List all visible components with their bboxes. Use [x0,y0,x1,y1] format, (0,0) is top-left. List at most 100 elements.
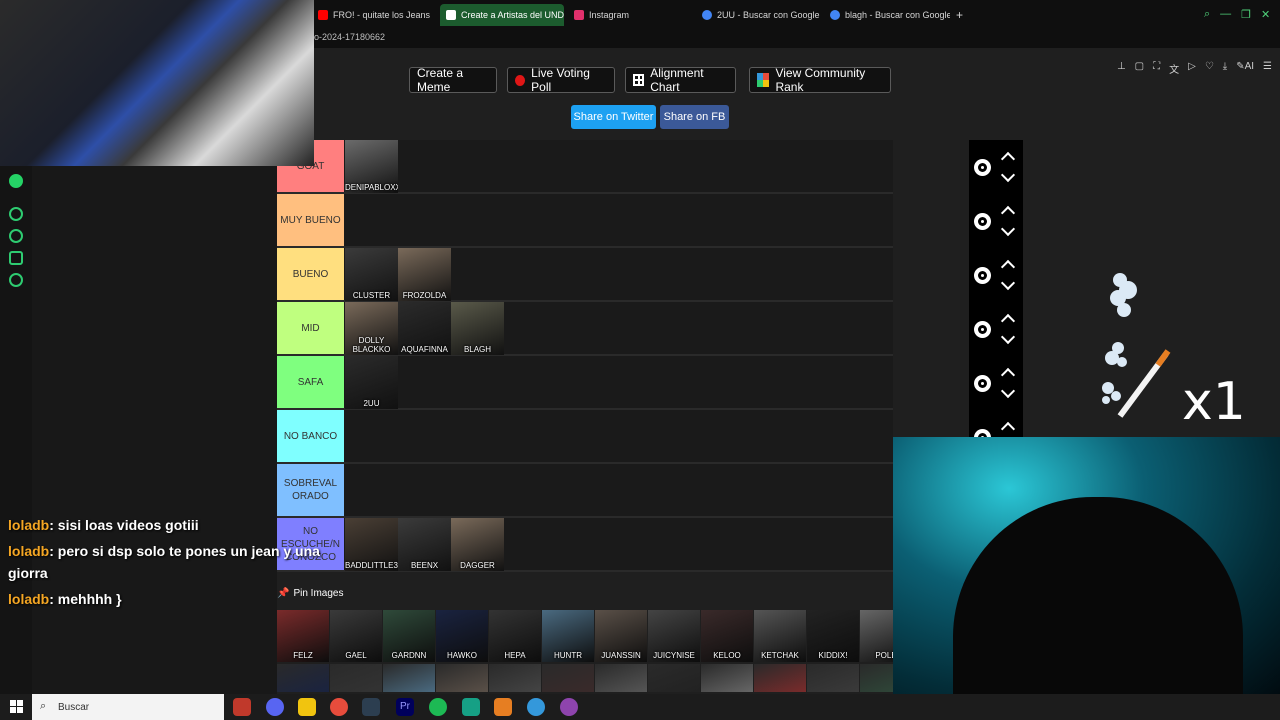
pin-image[interactable]: GARDNN [383,610,435,662]
spotify-icon[interactable] [429,698,447,716]
live-voting-poll-button[interactable]: Live Voting Poll [507,66,615,94]
youtube-icon[interactable] [330,698,348,716]
pin-image[interactable]: HAWKO [436,610,488,662]
pin-image[interactable]: GAEL [330,610,382,662]
tier-row-controls [969,248,1023,302]
chat-app-icon[interactable] [560,698,578,716]
pin-image[interactable] [542,664,594,692]
steam-icon[interactable] [362,698,380,716]
gear-icon[interactable] [974,375,991,392]
pin-icon[interactable]: ⊥ [1117,61,1126,76]
pin-image[interactable]: FELZ [277,610,329,662]
tier-item[interactable]: DENIPABLOXX [345,140,398,193]
discord-icon[interactable] [266,698,284,716]
tier-item[interactable]: BEENX [398,518,451,571]
tier-item[interactable]: DOLLY BLACKKO [345,302,398,355]
pin-image[interactable]: HUNTR [542,610,594,662]
ai-icon[interactable]: ✎AI [1236,61,1254,76]
chevron-up-icon[interactable] [1000,367,1016,383]
play-icon[interactable] [9,207,23,221]
tier-label[interactable]: SAFA [277,356,344,408]
heart-icon[interactable]: ♡ [1205,61,1214,76]
alignment-chart-button[interactable]: Alignment Chart [625,66,736,94]
pin-image[interactable] [330,664,382,692]
tier-item[interactable]: 2UU [345,356,398,409]
puzzle-icon[interactable] [9,251,23,265]
chevron-down-icon[interactable] [1000,329,1016,345]
pin-image[interactable]: KIDDIX! [807,610,859,662]
pin-image[interactable] [489,664,541,692]
premiere-icon[interactable]: Pr [396,698,414,716]
pin-image[interactable]: JUICYNISE [648,610,700,662]
minimize-icon[interactable]: — [1220,8,1231,21]
close-icon[interactable]: ✕ [1261,8,1270,21]
tier-label[interactable]: MUY BUENO [277,194,344,246]
clock-icon[interactable] [9,229,23,243]
pin-image[interactable] [754,664,806,692]
search-icon[interactable]: ⌕ [1204,8,1210,21]
translate-icon[interactable]: 文 [1169,61,1179,76]
chevron-up-icon[interactable] [1000,151,1016,167]
share-twitter-button[interactable]: Share on Twitter [571,105,656,129]
url-text[interactable]: o-2024-17180662 [314,32,385,42]
gear-icon[interactable] [9,273,23,287]
screenshot-icon[interactable]: ⛶ [1153,61,1160,76]
chevron-down-icon[interactable] [1000,275,1016,291]
tab-youtube[interactable]: FRO! - quitate los Jeans (Y [312,4,432,26]
maximize-icon[interactable]: ❐ [1241,8,1251,21]
gear-icon[interactable] [974,159,991,176]
tier-item[interactable]: BADDLITTLE333K [345,518,398,571]
tier-item[interactable]: DAGGER [451,518,504,571]
windows-start-icon[interactable] [10,700,23,713]
pin-image[interactable]: JUANSSIN [595,610,647,662]
chevron-up-icon[interactable] [1000,313,1016,329]
create-meme-button[interactable]: Create a Meme [409,66,497,94]
pin-image[interactable] [383,664,435,692]
pin-image[interactable]: HEPA [489,610,541,662]
gear-icon[interactable] [974,321,991,338]
taskbar-search[interactable]: ⌕ Buscar [32,694,224,720]
gear-icon[interactable] [974,267,991,284]
pin-image[interactable] [648,664,700,692]
pin-image[interactable]: KELOO [701,610,753,662]
play-icon[interactable]: ▷ [1188,61,1196,76]
tier-label[interactable]: SOBREVAL ORADO [277,464,344,516]
share-fb-button[interactable]: Share on FB [660,105,729,129]
app-icon[interactable] [462,698,480,716]
chevron-down-icon[interactable] [1000,383,1016,399]
gear-icon[interactable] [974,213,991,230]
tier-item[interactable]: BLAGH [451,302,504,355]
tab-tiermaker[interactable]: Create a Artistas del UND [440,4,564,26]
app-icon[interactable] [233,698,251,716]
menu-icon[interactable]: ☰ [1263,61,1272,76]
tier-item[interactable]: CLUSTER [345,248,398,301]
tier-label[interactable]: BUENO [277,248,344,300]
pin-image[interactable]: KETCHAK [754,610,806,662]
tab-google-blagh[interactable]: blagh - Buscar con Google [824,4,950,26]
chevron-up-icon[interactable] [1000,205,1016,221]
new-tab-button[interactable]: + [950,4,966,26]
browser-icon[interactable] [494,698,512,716]
tier-item[interactable]: AQUAFINNA [398,302,451,355]
pin-image[interactable] [595,664,647,692]
windows-taskbar: ⌕ Buscar Pr [0,694,1280,720]
chevron-up-icon[interactable] [1000,421,1016,437]
tier-label[interactable]: MID [277,302,344,354]
pin-image[interactable] [436,664,488,692]
app-icon[interactable] [527,698,545,716]
download-icon[interactable]: ⤓ [1223,61,1227,76]
view-community-rank-button[interactable]: View Community Rank [749,66,891,94]
folder-icon[interactable] [298,698,316,716]
tab-icon[interactable]: ▢ [1135,61,1144,76]
chevron-down-icon[interactable] [1000,167,1016,183]
tab-google-2uu[interactable]: 2UU - Buscar con Google [696,4,820,26]
pin-image[interactable] [807,664,859,692]
whatsapp-icon[interactable] [9,174,23,188]
chevron-up-icon[interactable] [1000,259,1016,275]
pin-image[interactable] [277,664,329,692]
chevron-down-icon[interactable] [1000,221,1016,237]
pin-image[interactable] [701,664,753,692]
tab-instagram[interactable]: Instagram [568,4,688,26]
tier-item[interactable]: FROZOLDA [398,248,451,301]
tier-label[interactable]: NO BANCO [277,410,344,462]
